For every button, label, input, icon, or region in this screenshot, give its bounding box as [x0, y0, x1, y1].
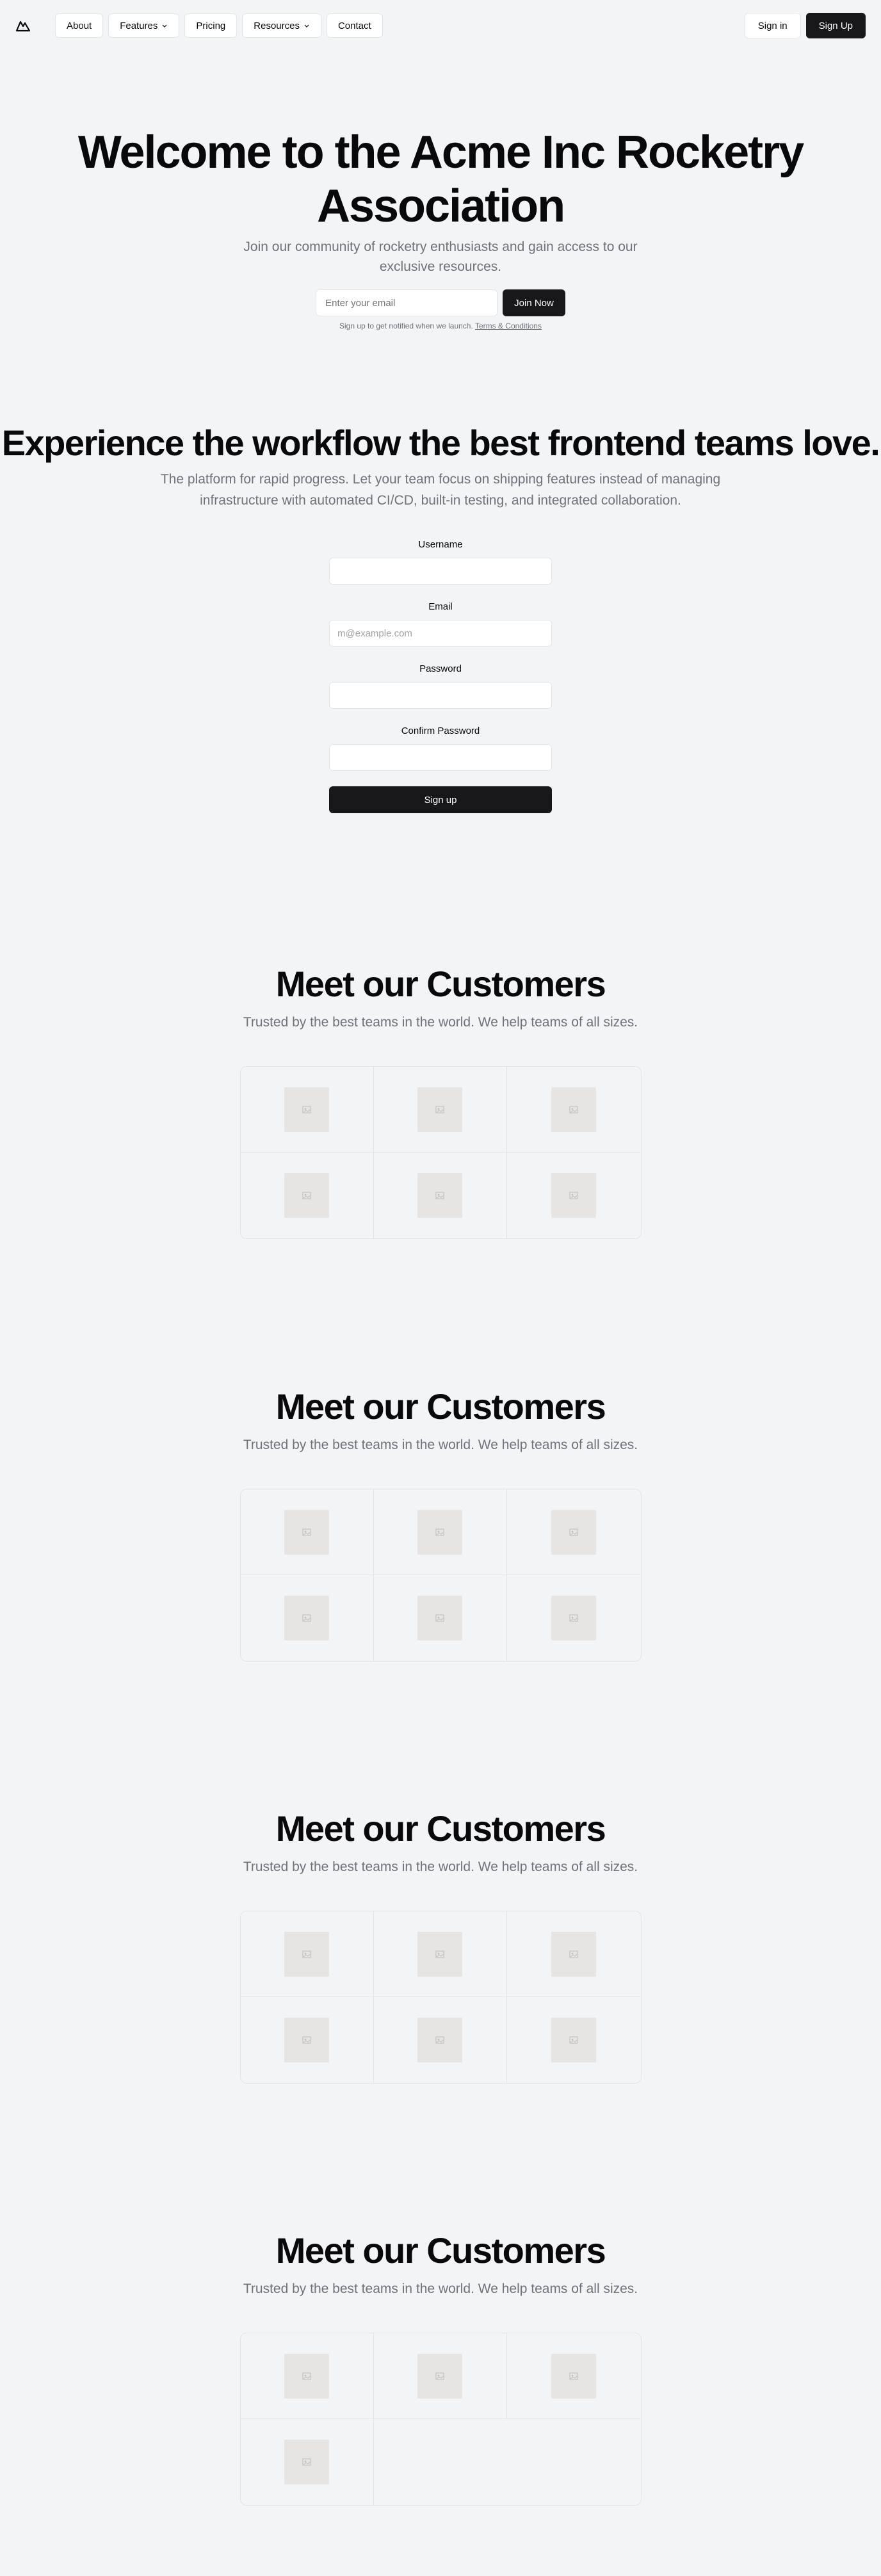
customers-subtitle: Trusted by the best teams in the world. …: [243, 2281, 638, 2296]
signup-section: Experience the workflow the best fronten…: [0, 420, 881, 813]
customers-subtitle: Trusted by the best teams in the world. …: [243, 1859, 638, 1874]
customer-logo-placeholder-icon: [551, 2353, 597, 2399]
sign-up-submit-button[interactable]: Sign up: [329, 786, 552, 813]
email-input[interactable]: m@example.com: [329, 620, 552, 647]
hero-title: Welcome to the Acme Inc Rocketry Associa…: [77, 127, 804, 232]
customer-logo-placeholder-icon: [551, 1931, 597, 1977]
hero-subtitle: Join our community of rocketry enthusias…: [243, 239, 638, 274]
customer-logo-placeholder-icon: [284, 1173, 330, 1218]
empty-grid-cell: [374, 2419, 641, 2505]
customers-title: Meet our Customers: [275, 2230, 606, 2271]
nav-left: About Features Pricing Resources Contact: [15, 13, 383, 38]
customer-logo-placeholder-icon: [284, 1087, 330, 1132]
fine-print-text: Sign up to get notified when we launch.: [339, 321, 473, 330]
customer-logo-placeholder-icon: [284, 2018, 330, 2062]
customer-logo-placeholder-icon: [284, 1596, 330, 1640]
password-label: Password: [419, 663, 462, 674]
chevron-down-icon: [304, 24, 309, 28]
signup-title: Experience the workflow the best fronten…: [1, 423, 880, 463]
customer-logo-placeholder-icon: [417, 1087, 463, 1132]
customers-section-1: Meet our Customers Trusted by the best t…: [0, 962, 881, 1239]
customer-logo-placeholder-icon: [551, 1509, 597, 1555]
customer-logo-placeholder-icon: [284, 1931, 330, 1977]
customer-logo-placeholder-icon: [284, 2353, 330, 2399]
confirm-password-field-group: Confirm Password: [329, 725, 552, 771]
customers-title: Meet our Customers: [275, 964, 606, 1004]
customer-logo-placeholder-icon: [551, 2018, 597, 2062]
join-now-button[interactable]: Join Now: [503, 289, 565, 316]
terms-link[interactable]: Terms & Conditions: [475, 321, 542, 330]
customer-logo-placeholder-icon: [417, 1509, 463, 1555]
nav-pricing-label: Pricing: [196, 20, 226, 31]
email-label: Email: [428, 601, 453, 612]
nav-right: Sign in Sign Up: [744, 13, 866, 38]
nav-pricing[interactable]: Pricing: [184, 13, 238, 38]
customers-section-4: Meet our Customers Trusted by the best t…: [0, 2229, 881, 2506]
username-label: Username: [418, 539, 463, 550]
signup-subtitle: The platform for rapid progress. Let you…: [160, 472, 721, 508]
password-field-group: Password: [329, 663, 552, 709]
customers-subtitle: Trusted by the best teams in the world. …: [243, 1015, 638, 1030]
customer-logo-placeholder-icon: [417, 1596, 463, 1640]
confirm-password-input[interactable]: [329, 744, 552, 771]
chevron-down-icon: [162, 24, 167, 28]
sign-up-button[interactable]: Sign Up: [805, 13, 866, 38]
customer-logo-placeholder-icon: [417, 2353, 463, 2399]
customer-logo-grid: [239, 2333, 642, 2506]
hero-email-input[interactable]: Enter your email: [316, 289, 498, 316]
customer-logo-placeholder-icon: [284, 2440, 330, 2484]
username-input[interactable]: [329, 558, 552, 585]
customers-section-2: Meet our Customers Trusted by the best t…: [0, 1385, 881, 1662]
email-field-group: Email m@example.com: [329, 601, 552, 647]
username-field-group: Username: [329, 539, 552, 585]
customer-logo-placeholder-icon: [551, 1087, 597, 1132]
customers-title: Meet our Customers: [275, 1808, 606, 1849]
nav-resources[interactable]: Resources: [242, 13, 321, 38]
hero-section: Welcome to the Acme Inc Rocketry Associa…: [0, 126, 881, 330]
customer-logo-placeholder-icon: [417, 1931, 463, 1977]
nav-about-label: About: [67, 20, 92, 31]
top-nav: About Features Pricing Resources Contact…: [15, 13, 866, 38]
customer-logo-placeholder-icon: [284, 1509, 330, 1555]
customer-logo-placeholder-icon: [551, 1173, 597, 1218]
nav-contact-label: Contact: [337, 20, 371, 31]
customers-section-3: Meet our Customers Trusted by the best t…: [0, 1807, 881, 2084]
customer-logo-grid: [239, 1911, 642, 2084]
mountain-logo-icon[interactable]: [15, 18, 31, 33]
nav-resources-label: Resources: [254, 20, 300, 31]
password-input[interactable]: [329, 682, 552, 709]
customer-logo-placeholder-icon: [417, 1173, 463, 1218]
nav-about[interactable]: About: [55, 13, 104, 38]
customers-title: Meet our Customers: [275, 1386, 606, 1427]
customers-subtitle: Trusted by the best teams in the world. …: [243, 1438, 638, 1452]
nav-contact[interactable]: Contact: [326, 13, 383, 38]
nav-features-label: Features: [120, 20, 158, 31]
hero-fine-print: Sign up to get notified when we launch. …: [0, 321, 881, 330]
join-form: Enter your email Join Now: [0, 289, 881, 316]
customer-logo-placeholder-icon: [551, 1596, 597, 1640]
nav-features[interactable]: Features: [108, 13, 180, 38]
customer-logo-placeholder-icon: [417, 2018, 463, 2062]
customer-logo-grid: [239, 1489, 642, 1662]
sign-in-button[interactable]: Sign in: [744, 13, 801, 38]
confirm-password-label: Confirm Password: [401, 725, 480, 736]
customer-logo-grid: [239, 1066, 642, 1239]
